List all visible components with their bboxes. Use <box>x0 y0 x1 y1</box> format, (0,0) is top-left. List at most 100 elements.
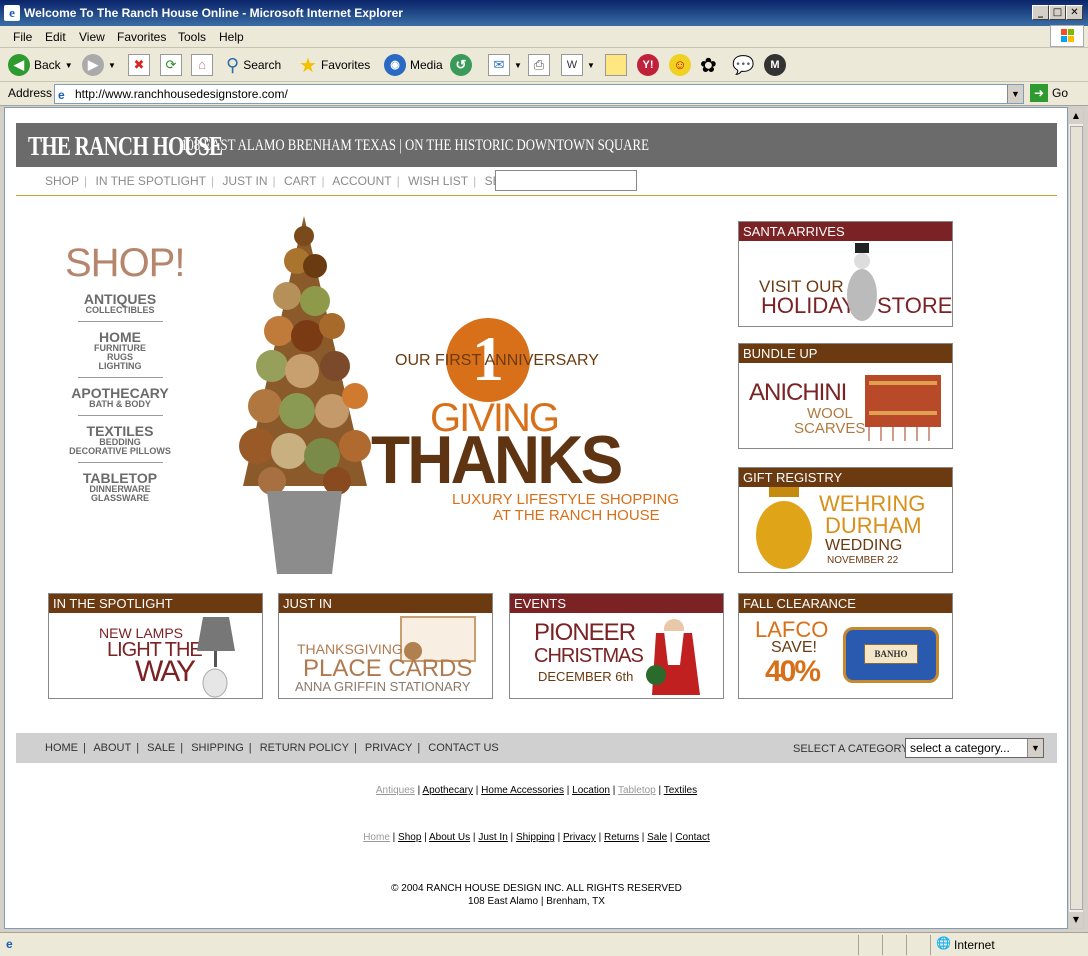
go-button[interactable]: ➜ Go <box>1030 84 1068 102</box>
messenger-button[interactable]: ☺ <box>669 53 691 77</box>
shop-menu: SHOP! ANTIQUES COLLECTIBLES HOME FURNITU… <box>65 241 185 503</box>
link-antiques[interactable]: Antiques <box>376 785 415 796</box>
page-status-icon: e <box>6 937 13 951</box>
stop-button[interactable]: ✖ <box>128 53 150 77</box>
media-button[interactable]: ◉ Media <box>384 53 443 77</box>
scroll-down-icon[interactable]: ▼ <box>1069 912 1083 928</box>
link-shipping[interactable]: Shipping <box>516 832 555 843</box>
edit-button[interactable]: W ▼ <box>561 53 595 77</box>
menu-tools[interactable]: Tools <box>178 30 206 44</box>
nav-cart[interactable]: CART <box>284 174 316 188</box>
refresh-icon: ⟳ <box>160 54 182 76</box>
hero-thanks: THANKS <box>371 422 623 498</box>
link-shop[interactable]: Shop <box>398 832 421 843</box>
discuss-button[interactable] <box>605 53 627 77</box>
chat-bubble-icon: 💬 <box>732 54 755 75</box>
vase-image <box>756 487 812 569</box>
tile-header: SANTA ARRIVES <box>739 222 952 241</box>
flower-button[interactable]: ✿ <box>700 53 717 77</box>
page-icon: e <box>58 88 65 102</box>
cat-tabletop[interactable]: TABLETOP DINNERWARE GLASSWARE <box>65 471 175 503</box>
history-icon: ↺ <box>450 54 472 76</box>
footer-sale[interactable]: SALE <box>147 742 175 754</box>
zone-label: Internet <box>954 938 995 952</box>
history-button[interactable]: ↺ <box>450 53 472 77</box>
back-button[interactable]: ◀ Back ▼ <box>8 53 73 77</box>
close-button[interactable]: ✕ <box>1066 5 1083 20</box>
link-home[interactable]: Home <box>363 832 390 843</box>
menu-favorites[interactable]: Favorites <box>117 30 166 44</box>
link-about-us[interactable]: About Us <box>429 832 470 843</box>
print-button[interactable]: ⎙ <box>528 53 550 77</box>
nav-account[interactable]: ACCOUNT <box>332 174 391 188</box>
mail-button[interactable]: ✉ ▼ <box>488 53 522 77</box>
hero-line1: LUXURY LIFESTYLE SHOPPING <box>452 491 680 508</box>
link-apothecary[interactable]: Apothecary <box>422 785 473 796</box>
category-select[interactable]: select a category... ▼ <box>905 738 1044 758</box>
link-textiles[interactable]: Textiles <box>664 785 697 796</box>
nav-shop[interactable]: SHOP <box>45 174 79 188</box>
tile-in-the-spotlight[interactable]: IN THE SPOTLIGHT NEW LAMPS LIGHT THE WAY <box>48 593 263 699</box>
window-title: Welcome To The Ranch House Online - Micr… <box>24 6 403 20</box>
home-button[interactable]: ⌂ <box>191 53 213 77</box>
forward-button[interactable]: ▶ ▼ <box>82 53 116 77</box>
footer-contact-us[interactable]: CONTACT US <box>428 742 499 754</box>
tile-just-in[interactable]: JUST IN THANKSGIVING PLACE CARDS ANNA GR… <box>278 593 493 699</box>
cat-apothecary[interactable]: APOTHECARY BATH & BODY <box>65 386 175 409</box>
tile-bundle-up[interactable]: BUNDLE UP ANICHINI WOOL SCARVES <box>738 343 953 449</box>
link-sale[interactable]: Sale <box>647 832 667 843</box>
footer-return-policy[interactable]: RETURN POLICY <box>260 742 349 754</box>
maximize-button[interactable]: □ <box>1049 5 1066 20</box>
search-input[interactable] <box>495 170 637 191</box>
vertical-scrollbar[interactable]: ▲ ▼ <box>1068 107 1084 929</box>
link-just-in[interactable]: Just In <box>478 832 507 843</box>
link-privacy[interactable]: Privacy <box>563 832 596 843</box>
site-banner: THE RANCH HOUSE 108 EAST ALAMO BRENHAM T… <box>16 123 1057 167</box>
footer-privacy[interactable]: PRIVACY <box>365 742 412 754</box>
cat-home[interactable]: HOME FURNITURE RUGS LIGHTING <box>65 330 175 371</box>
chat-button[interactable]: 💬 <box>732 53 754 77</box>
home-icon: ⌂ <box>191 54 213 76</box>
address-dropdown-icon[interactable]: ▼ <box>1007 85 1023 103</box>
menu-view[interactable]: View <box>79 30 105 44</box>
print-icon: ⎙ <box>528 54 550 76</box>
cat-antiques[interactable]: ANTIQUES COLLECTIBLES <box>65 292 175 315</box>
menu-file[interactable]: File <box>13 30 32 44</box>
search-button[interactable]: ⚲ Search <box>226 53 281 77</box>
title-bar: e Welcome To The Ranch House Online - Mi… <box>0 0 1088 26</box>
toolbar: ◀ Back ▼ ▶ ▼ ✖ ⟳ ⌂ ⚲ Search ★ Favorites ◉ … <box>0 48 1088 82</box>
tile-events[interactable]: EVENTS PIONEER CHRISTMAS DECEMBER 6th <box>509 593 724 699</box>
footer-home[interactable]: HOME <box>45 742 78 754</box>
address-input[interactable]: e http://www.ranchhousedesignstore.com/ … <box>54 84 1024 104</box>
tile-fall-clearance[interactable]: FALL CLEARANCE LAFCO SAVE! 40% BANHO <box>738 593 953 699</box>
link-returns[interactable]: Returns <box>604 832 639 843</box>
go-arrow-icon: ➜ <box>1030 84 1048 102</box>
favorites-button[interactable]: ★ Favorites <box>299 53 370 77</box>
m-button[interactable]: M <box>764 53 786 77</box>
cat-textiles[interactable]: TEXTILES BEDDING DECORATIVE PILLOWS <box>65 424 175 456</box>
hero-anniversary: OUR FIRST ANNIVERSARY <box>395 352 599 369</box>
tile-gift-registry[interactable]: GIFT REGISTRY WEHRING DURHAM WEDDING NOV… <box>738 467 953 573</box>
menu-edit[interactable]: Edit <box>45 30 66 44</box>
scroll-thumb[interactable] <box>1070 126 1083 910</box>
link-tabletop[interactable]: Tabletop <box>618 785 656 796</box>
refresh-button[interactable]: ⟳ <box>160 53 182 77</box>
back-arrow-icon: ◀ <box>8 54 30 76</box>
tile-santa-arrives[interactable]: SANTA ARRIVES VISIT OUR HOLIDAY STORE <box>738 221 953 327</box>
lamp-image <box>197 617 235 698</box>
link-home-accessories[interactable]: Home Accessories <box>481 785 564 796</box>
link-location[interactable]: Location <box>572 785 610 796</box>
search-icon: ⚲ <box>226 54 240 75</box>
nav-spotlight[interactable]: IN THE SPOTLIGHT <box>95 174 205 188</box>
nav-wish-list[interactable]: WISH LIST <box>408 174 468 188</box>
link-contact[interactable]: Contact <box>675 832 709 843</box>
minimize-button[interactable]: _ <box>1032 5 1049 20</box>
yahoo-button[interactable]: Y! <box>637 53 659 77</box>
nav-just-in[interactable]: JUST IN <box>222 174 267 188</box>
footer-about[interactable]: ABOUT <box>93 742 131 754</box>
menu-help[interactable]: Help <box>219 30 244 44</box>
address-label: Address <box>8 86 53 100</box>
globe-icon: 🌐 <box>936 936 951 950</box>
footer-shipping[interactable]: SHIPPING <box>191 742 244 754</box>
scroll-up-icon[interactable]: ▲ <box>1069 108 1083 124</box>
